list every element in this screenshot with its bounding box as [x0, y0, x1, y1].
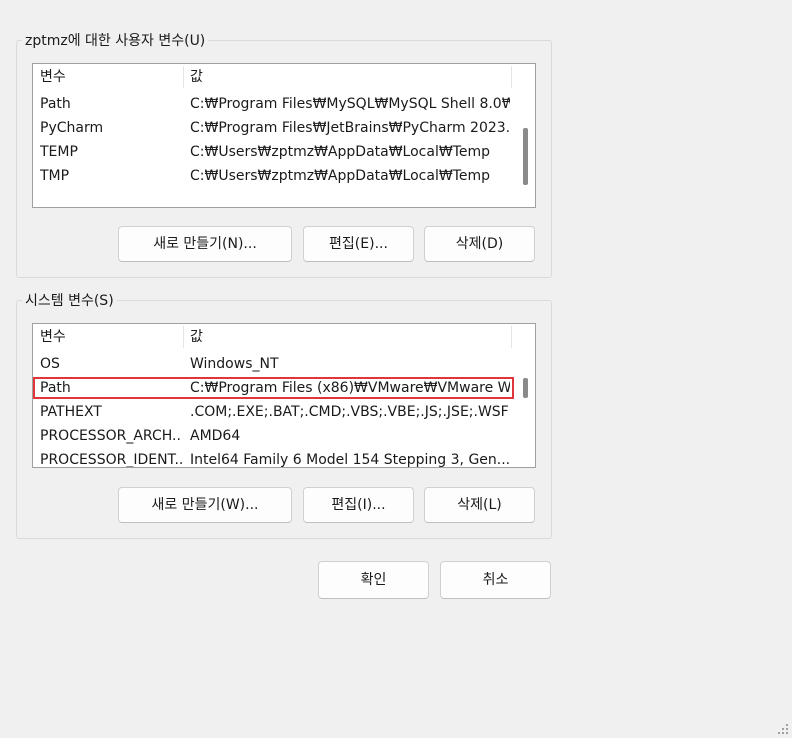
- column-separator[interactable]: [511, 326, 512, 348]
- variable-value: C:₩Users₩zptmz₩AppData₩Local₩Temp: [190, 144, 490, 160]
- scrollbar-thumb[interactable]: [523, 128, 528, 185]
- list-item[interactable]: PyCharm C:₩Program Files₩JetBrains₩PyCha…: [33, 116, 514, 140]
- variable-name: Path: [40, 380, 71, 396]
- variable-value: C:₩Program Files₩JetBrains₩PyCharm 2023.…: [190, 120, 510, 136]
- user-edit-button[interactable]: 편집(E)...: [303, 226, 414, 262]
- variable-name: TMP: [40, 168, 70, 184]
- variable-name: TEMP: [40, 144, 78, 160]
- system-variables-title: 시스템 변수(S): [22, 292, 117, 310]
- vertical-scrollbar[interactable]: [515, 324, 535, 467]
- variable-value: Intel64 Family 6 Model 154 Stepping 3, G…: [190, 452, 510, 468]
- variable-name: PROCESSOR_ARCH...: [40, 428, 182, 444]
- column-header-value[interactable]: 값: [190, 64, 203, 90]
- column-header-name[interactable]: 변수: [40, 324, 66, 350]
- variable-name: OS: [40, 356, 60, 372]
- variable-value: AMD64: [190, 428, 241, 444]
- variable-name: Path: [40, 96, 71, 112]
- user-delete-button[interactable]: 삭제(D): [424, 226, 535, 262]
- user-new-button[interactable]: 새로 만들기(N)...: [118, 226, 292, 262]
- variable-value: C:₩Program Files (x86)₩VMware₩VMware W..…: [190, 380, 510, 396]
- scrollbar-thumb[interactable]: [523, 378, 528, 398]
- list-item[interactable]: OS Windows_NT: [33, 352, 514, 376]
- system-new-button[interactable]: 새로 만들기(W)...: [118, 487, 292, 523]
- column-header-value[interactable]: 값: [190, 324, 203, 350]
- vertical-scrollbar[interactable]: [515, 64, 535, 207]
- list-item[interactable]: PROCESSOR_ARCH... AMD64: [33, 424, 514, 448]
- column-separator[interactable]: [183, 66, 184, 88]
- list-item[interactable]: PROCESSOR_IDENT... Intel64 Family 6 Mode…: [33, 448, 514, 468]
- cancel-button[interactable]: 취소: [440, 561, 551, 599]
- variable-value: C:₩Users₩zptmz₩AppData₩Local₩Temp: [190, 168, 490, 184]
- user-variables-list[interactable]: 변수 값 Path C:₩Program Files₩MySQL₩MySQL S…: [32, 63, 536, 208]
- system-delete-button[interactable]: 삭제(L): [424, 487, 535, 523]
- ok-button[interactable]: 확인: [318, 561, 429, 599]
- system-list-header: 변수 값: [33, 324, 513, 350]
- selected-list-item[interactable]: Path C:₩Program Files (x86)₩VMware₩VMwar…: [33, 377, 514, 399]
- list-item[interactable]: PATHEXT .COM;.EXE;.BAT;.CMD;.VBS;.VBE;.J…: [33, 400, 514, 424]
- list-item[interactable]: Path C:₩Program Files₩MySQL₩MySQL Shell …: [33, 92, 514, 116]
- variable-value: .COM;.EXE;.BAT;.CMD;.VBS;.VBE;.JS;.JSE;.…: [190, 404, 510, 420]
- column-separator[interactable]: [183, 326, 184, 348]
- system-edit-button[interactable]: 편집(I)...: [303, 487, 414, 523]
- variable-value: C:₩Program Files₩MySQL₩MySQL Shell 8.0₩.…: [190, 96, 510, 112]
- variable-name: PyCharm: [40, 120, 104, 136]
- column-separator[interactable]: [511, 66, 512, 88]
- user-variables-title: zptmz에 대한 사용자 변수(U): [22, 32, 209, 50]
- system-variables-list[interactable]: 변수 값 OS Windows_NT Path C:₩Program Files…: [32, 323, 536, 468]
- resize-grip-icon[interactable]: [777, 723, 789, 735]
- user-list-header: 변수 값: [33, 64, 513, 90]
- list-item[interactable]: TMP C:₩Users₩zptmz₩AppData₩Local₩Temp: [33, 164, 514, 188]
- variable-name: PATHEXT: [40, 404, 102, 420]
- variable-name: PROCESSOR_IDENT...: [40, 452, 182, 468]
- list-item[interactable]: TEMP C:₩Users₩zptmz₩AppData₩Local₩Temp: [33, 140, 514, 164]
- column-header-name[interactable]: 변수: [40, 64, 66, 90]
- variable-value: Windows_NT: [190, 356, 279, 372]
